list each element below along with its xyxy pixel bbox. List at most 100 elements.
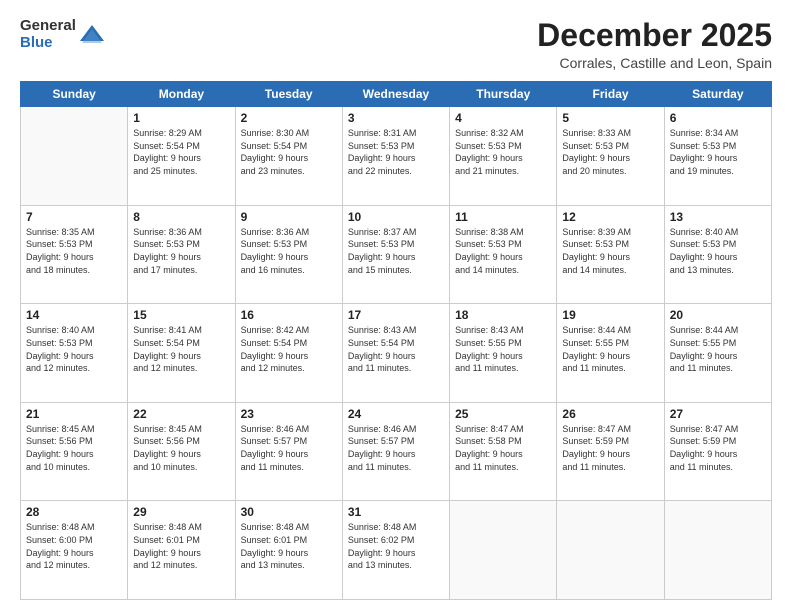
day-number: 26	[562, 407, 658, 421]
day-number: 5	[562, 111, 658, 125]
day-number: 16	[241, 308, 337, 322]
day-info: Sunrise: 8:47 AM Sunset: 5:58 PM Dayligh…	[455, 423, 551, 473]
calendar-cell: 25 Sunrise: 8:47 AM Sunset: 5:58 PM Dayli…	[450, 402, 557, 501]
calendar-cell: 27Sunrise: 8:47 AM Sunset: 5:59 PM Dayli…	[664, 402, 771, 501]
calendar-cell: 26 Sunrise: 8:47 AM Sunset: 5:59 PM Dayli…	[557, 402, 664, 501]
header-friday: Friday	[557, 82, 664, 107]
day-number: 20	[670, 308, 766, 322]
day-number: 1	[133, 111, 229, 125]
day-info: Sunrise: 8:40 AM Sunset: 5:53 PM Dayligh…	[26, 324, 122, 374]
day-info: Sunrise: 8:48 AM Sunset: 6:01 PM Dayligh…	[133, 521, 229, 571]
weekday-header-row: Sunday Monday Tuesday Wednesday Thursday…	[21, 82, 772, 107]
day-info: Sunrise: 8:45 AM Sunset: 5:56 PM Dayligh…	[26, 423, 122, 473]
day-info: Sunrise: 8:38 AM Sunset: 5:53 PM Dayligh…	[455, 226, 551, 276]
day-info: Sunrise: 8:48 AM Sunset: 6:00 PM Dayligh…	[26, 521, 122, 571]
day-number: 17	[348, 308, 444, 322]
day-number: 24	[348, 407, 444, 421]
day-info: Sunrise: 8:33 AM Sunset: 5:53 PM Dayligh…	[562, 127, 658, 177]
logo: General Blue	[20, 18, 106, 51]
day-number: 2	[241, 111, 337, 125]
calendar-cell: 29Sunrise: 8:48 AM Sunset: 6:01 PM Dayli…	[128, 501, 235, 600]
calendar-cell: 3 Sunrise: 8:31 AM Sunset: 5:53 PM Daylig…	[342, 107, 449, 206]
day-number: 22	[133, 407, 229, 421]
day-info: Sunrise: 8:45 AM Sunset: 5:56 PM Dayligh…	[133, 423, 229, 473]
day-number: 31	[348, 505, 444, 519]
day-info: Sunrise: 8:44 AM Sunset: 5:55 PM Dayligh…	[670, 324, 766, 374]
day-info: Sunrise: 8:31 AM Sunset: 5:53 PM Dayligh…	[348, 127, 444, 177]
day-info: Sunrise: 8:36 AM Sunset: 5:53 PM Dayligh…	[133, 226, 229, 276]
calendar-cell: 8 Sunrise: 8:36 AM Sunset: 5:53 PM Daylig…	[128, 205, 235, 304]
calendar-cell: 23 Sunrise: 8:46 AM Sunset: 5:57 PM Dayli…	[235, 402, 342, 501]
day-info: Sunrise: 8:30 AM Sunset: 5:54 PM Dayligh…	[241, 127, 337, 177]
day-number: 10	[348, 210, 444, 224]
calendar-cell	[664, 501, 771, 600]
day-info: Sunrise: 8:47 AM Sunset: 5:59 PM Dayligh…	[562, 423, 658, 473]
day-info: Sunrise: 8:39 AM Sunset: 5:53 PM Dayligh…	[562, 226, 658, 276]
calendar-cell: 18 Sunrise: 8:43 AM Sunset: 5:55 PM Dayli…	[450, 304, 557, 403]
calendar-cell: 7 Sunrise: 8:35 AM Sunset: 5:53 PM Daylig…	[21, 205, 128, 304]
calendar-cell: 21 Sunrise: 8:45 AM Sunset: 5:56 PM Dayli…	[21, 402, 128, 501]
day-number: 3	[348, 111, 444, 125]
calendar-cell: 5 Sunrise: 8:33 AM Sunset: 5:53 PM Daylig…	[557, 107, 664, 206]
day-info: Sunrise: 8:32 AM Sunset: 5:53 PM Dayligh…	[455, 127, 551, 177]
day-number: 18	[455, 308, 551, 322]
day-info: Sunrise: 8:43 AM Sunset: 5:55 PM Dayligh…	[455, 324, 551, 374]
calendar-cell: 31 Sunrise: 8:48 AM Sunset: 6:02 PM Dayli…	[342, 501, 449, 600]
day-number: 19	[562, 308, 658, 322]
day-number: 21	[26, 407, 122, 421]
calendar-cell: 2 Sunrise: 8:30 AM Sunset: 5:54 PM Daylig…	[235, 107, 342, 206]
calendar-table: Sunday Monday Tuesday Wednesday Thursday…	[20, 81, 772, 600]
day-info: Sunrise: 8:44 AM Sunset: 5:55 PM Dayligh…	[562, 324, 658, 374]
day-info: Sunrise: 8:46 AM Sunset: 5:57 PM Dayligh…	[241, 423, 337, 473]
calendar-cell	[21, 107, 128, 206]
week-row-1: 1 Sunrise: 8:29 AM Sunset: 5:54 PM Daylig…	[21, 107, 772, 206]
day-number: 14	[26, 308, 122, 322]
calendar-cell: 17 Sunrise: 8:43 AM Sunset: 5:54 PM Dayli…	[342, 304, 449, 403]
location-subtitle: Corrales, Castille and Leon, Spain	[537, 55, 772, 71]
day-number: 11	[455, 210, 551, 224]
calendar-cell: 11 Sunrise: 8:38 AM Sunset: 5:53 PM Dayli…	[450, 205, 557, 304]
day-number: 30	[241, 505, 337, 519]
calendar-cell: 16Sunrise: 8:42 AM Sunset: 5:54 PM Dayli…	[235, 304, 342, 403]
calendar-cell: 1 Sunrise: 8:29 AM Sunset: 5:54 PM Daylig…	[128, 107, 235, 206]
day-number: 6	[670, 111, 766, 125]
day-info: Sunrise: 8:43 AM Sunset: 5:54 PM Dayligh…	[348, 324, 444, 374]
logo-icon	[78, 21, 106, 49]
day-number: 25	[455, 407, 551, 421]
calendar-cell: 19 Sunrise: 8:44 AM Sunset: 5:55 PM Dayli…	[557, 304, 664, 403]
day-number: 7	[26, 210, 122, 224]
day-number: 8	[133, 210, 229, 224]
day-info: Sunrise: 8:41 AM Sunset: 5:54 PM Dayligh…	[133, 324, 229, 374]
day-number: 13	[670, 210, 766, 224]
calendar-cell: 14 Sunrise: 8:40 AM Sunset: 5:53 PM Dayli…	[21, 304, 128, 403]
day-info: Sunrise: 8:46 AM Sunset: 5:57 PM Dayligh…	[348, 423, 444, 473]
day-number: 9	[241, 210, 337, 224]
calendar-cell	[450, 501, 557, 600]
header-saturday: Saturday	[664, 82, 771, 107]
header-thursday: Thursday	[450, 82, 557, 107]
calendar-cell: 20 Sunrise: 8:44 AM Sunset: 5:55 PM Dayli…	[664, 304, 771, 403]
calendar-cell: 9Sunrise: 8:36 AM Sunset: 5:53 PM Daylig…	[235, 205, 342, 304]
calendar-cell: 10 Sunrise: 8:37 AM Sunset: 5:53 PM Dayli…	[342, 205, 449, 304]
day-info: Sunrise: 8:40 AM Sunset: 5:53 PM Dayligh…	[670, 226, 766, 276]
day-number: 4	[455, 111, 551, 125]
week-row-5: 28Sunrise: 8:48 AM Sunset: 6:00 PM Dayli…	[21, 501, 772, 600]
day-number: 23	[241, 407, 337, 421]
week-row-4: 21 Sunrise: 8:45 AM Sunset: 5:56 PM Dayli…	[21, 402, 772, 501]
month-title: December 2025	[537, 18, 772, 53]
header-wednesday: Wednesday	[342, 82, 449, 107]
day-info: Sunrise: 8:48 AM Sunset: 6:01 PM Dayligh…	[241, 521, 337, 571]
calendar-cell: 22 Sunrise: 8:45 AM Sunset: 5:56 PM Dayli…	[128, 402, 235, 501]
week-row-3: 14 Sunrise: 8:40 AM Sunset: 5:53 PM Dayli…	[21, 304, 772, 403]
day-info: Sunrise: 8:37 AM Sunset: 5:53 PM Dayligh…	[348, 226, 444, 276]
calendar-cell: 24 Sunrise: 8:46 AM Sunset: 5:57 PM Dayli…	[342, 402, 449, 501]
day-info: Sunrise: 8:35 AM Sunset: 5:53 PM Dayligh…	[26, 226, 122, 276]
day-info: Sunrise: 8:48 AM Sunset: 6:02 PM Dayligh…	[348, 521, 444, 571]
calendar-cell: 6Sunrise: 8:34 AM Sunset: 5:53 PM Daylig…	[664, 107, 771, 206]
calendar-cell: 28Sunrise: 8:48 AM Sunset: 6:00 PM Dayli…	[21, 501, 128, 600]
page: General Blue December 2025 Corrales, Cas…	[0, 0, 792, 612]
day-info: Sunrise: 8:29 AM Sunset: 5:54 PM Dayligh…	[133, 127, 229, 177]
header: General Blue December 2025 Corrales, Cas…	[20, 18, 772, 71]
calendar-cell	[557, 501, 664, 600]
title-block: December 2025 Corrales, Castille and Leo…	[537, 18, 772, 71]
